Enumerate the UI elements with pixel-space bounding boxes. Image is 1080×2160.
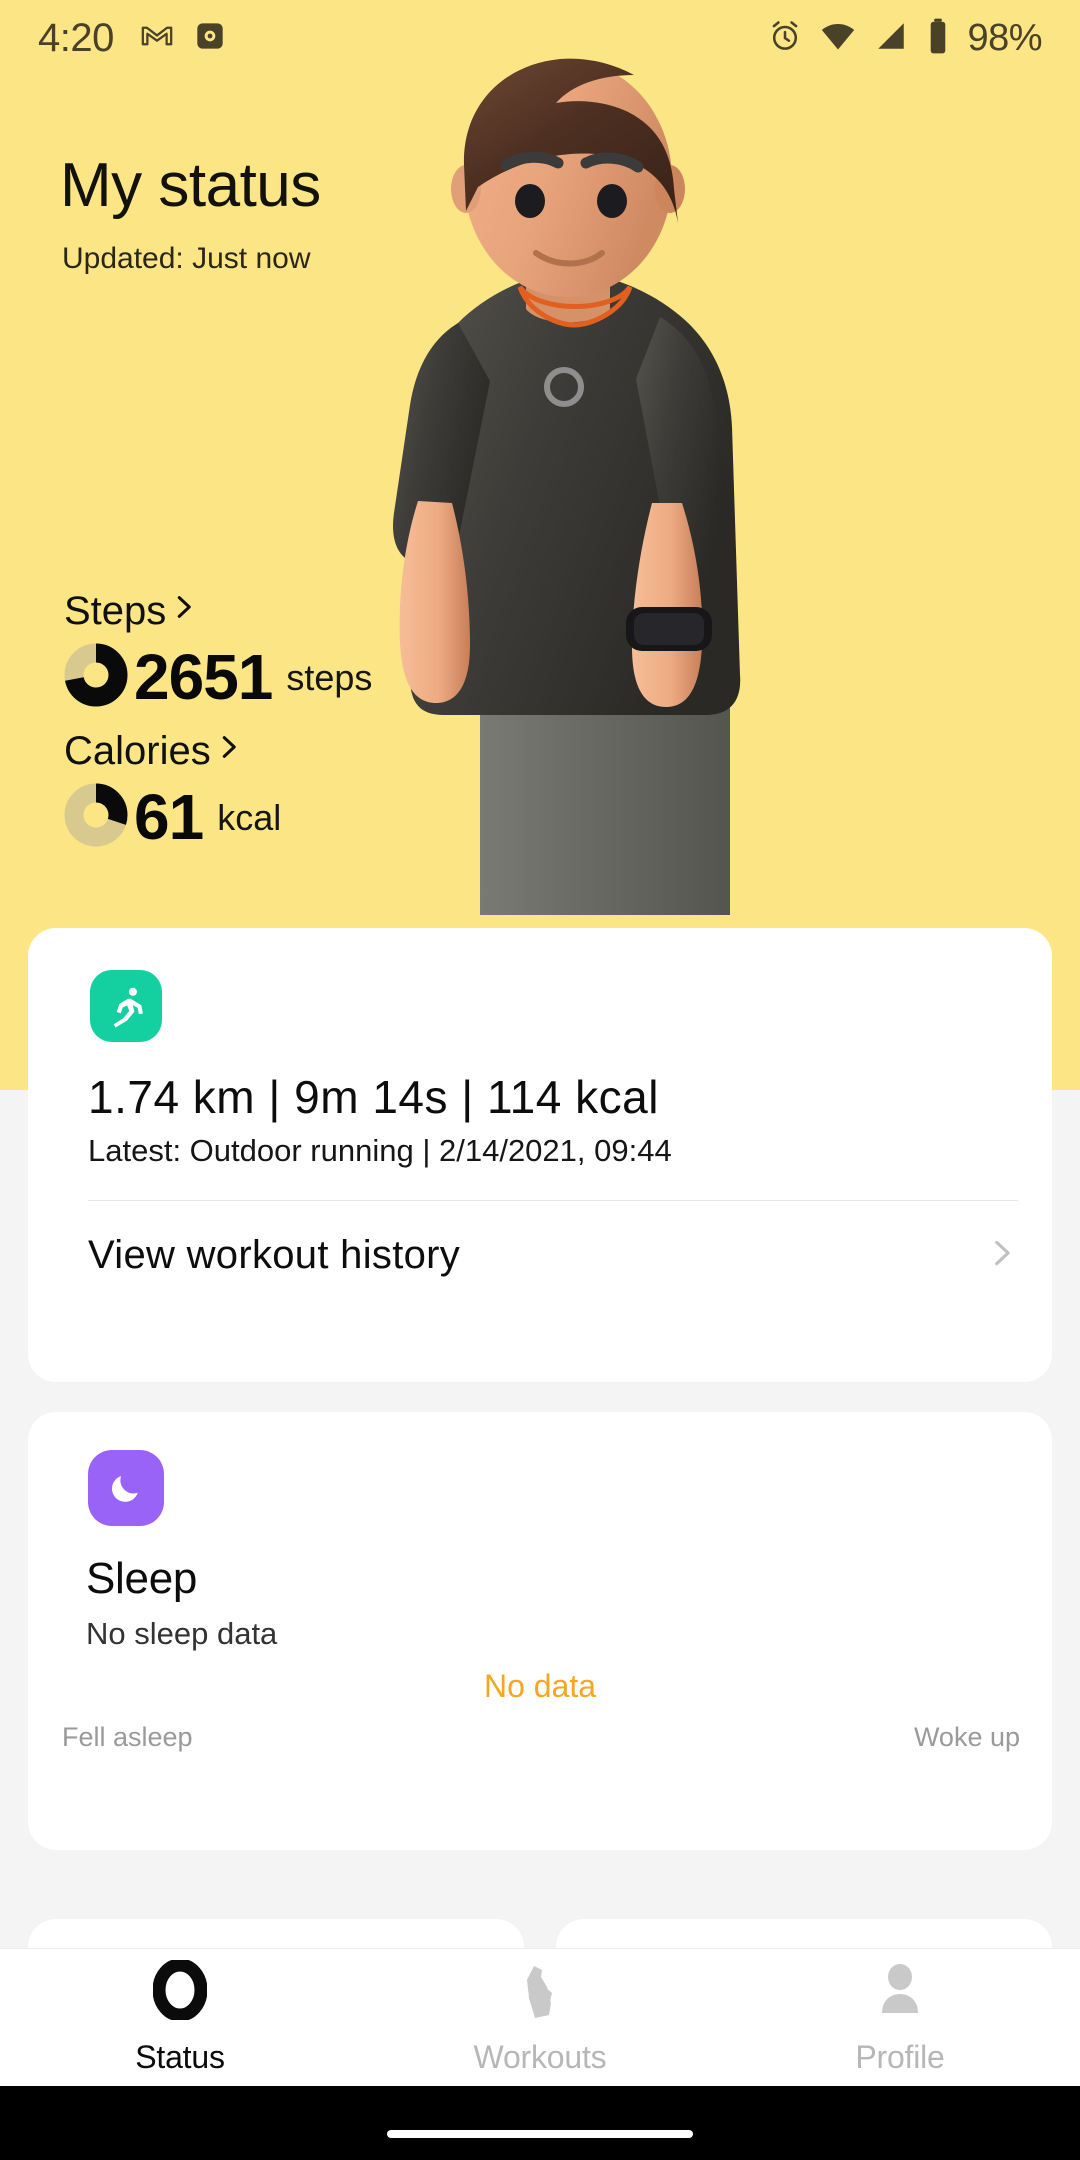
nav-item-status[interactable]: Status — [0, 1949, 360, 2086]
page-subtitle: Updated: Just now — [62, 242, 310, 276]
user-avatar-illustration — [330, 55, 800, 915]
nav-item-workouts-label: Workouts — [474, 2039, 607, 2076]
hero-section: 4:20 — [0, 0, 1080, 1090]
view-workout-history-label: View workout history — [88, 1233, 460, 1278]
app-screen: 4:20 — [0, 0, 1080, 2160]
metric-calories-row: 61 kcal — [64, 783, 281, 847]
nav-item-status-label: Status — [135, 2039, 225, 2076]
running-icon — [90, 970, 162, 1042]
sleep-card-title: Sleep — [86, 1554, 197, 1604]
metric-steps-label: Steps — [64, 591, 166, 631]
metric-calories[interactable]: Calories 61 kcal — [64, 730, 281, 847]
metric-calories-header[interactable]: Calories — [64, 730, 281, 771]
gmail-icon — [140, 19, 174, 58]
ring-icon — [153, 1960, 207, 2025]
page-title: My status — [60, 155, 321, 217]
status-bar-clock: 4:20 — [38, 16, 114, 61]
sleep-no-data-label: No data — [28, 1668, 1052, 1705]
gesture-home-pill[interactable] — [387, 2130, 693, 2138]
metric-steps-value: 2651 — [134, 647, 272, 707]
system-gesture-bar — [0, 2086, 1080, 2160]
metric-steps-row: 2651 steps — [64, 643, 372, 707]
workout-card[interactable]: 1.74 km | 9m 14s | 114 kcal Latest: Outd… — [28, 928, 1052, 1382]
chevron-right-icon — [984, 1233, 1018, 1278]
person-icon — [873, 1960, 927, 2025]
fell-asleep-label: Fell asleep — [62, 1722, 193, 1753]
status-bar-system-icons: 98% — [767, 17, 1042, 60]
metric-calories-label: Calories — [64, 731, 211, 771]
nav-item-profile[interactable]: Profile — [720, 1949, 1080, 2086]
metric-calories-value: 61 — [134, 787, 203, 847]
wifi-icon — [819, 17, 857, 60]
chevron-right-icon — [213, 730, 243, 771]
battery-percent-label: 98% — [967, 17, 1042, 60]
alarm-icon — [767, 18, 803, 59]
moon-icon — [88, 1450, 164, 1526]
woke-up-label: Woke up — [914, 1722, 1020, 1753]
nav-item-workouts[interactable]: Workouts — [360, 1949, 720, 2086]
nav-item-profile-label: Profile — [855, 2039, 944, 2076]
calories-progress-ring — [64, 783, 128, 847]
workout-latest-line: Latest: Outdoor running | 2/14/2021, 09:… — [88, 1133, 672, 1169]
signal-icon — [873, 18, 909, 59]
sleep-card[interactable]: Sleep No sleep data No data Fell asleep … — [28, 1412, 1052, 1850]
battery-icon — [925, 17, 951, 60]
view-workout-history-button[interactable]: View workout history — [28, 1200, 1052, 1310]
app-circle-icon — [194, 20, 226, 57]
chevron-right-icon — [168, 590, 198, 631]
bottom-navigation-bar: Status Workouts Profile — [0, 1948, 1080, 2086]
sleep-card-subtitle: No sleep data — [86, 1616, 277, 1652]
sleep-timeline-labels: Fell asleep Woke up — [28, 1722, 1052, 1753]
shoe-icon — [513, 1960, 567, 2025]
status-bar-notification-icons — [140, 19, 226, 58]
steps-progress-ring — [64, 643, 128, 707]
metric-steps-unit: steps — [286, 649, 372, 707]
metric-steps[interactable]: Steps 2651 steps — [64, 590, 372, 707]
metric-calories-unit: kcal — [217, 789, 281, 847]
metric-steps-header[interactable]: Steps — [64, 590, 372, 631]
workout-summary-stats: 1.74 km | 9m 14s | 114 kcal — [88, 1070, 659, 1124]
